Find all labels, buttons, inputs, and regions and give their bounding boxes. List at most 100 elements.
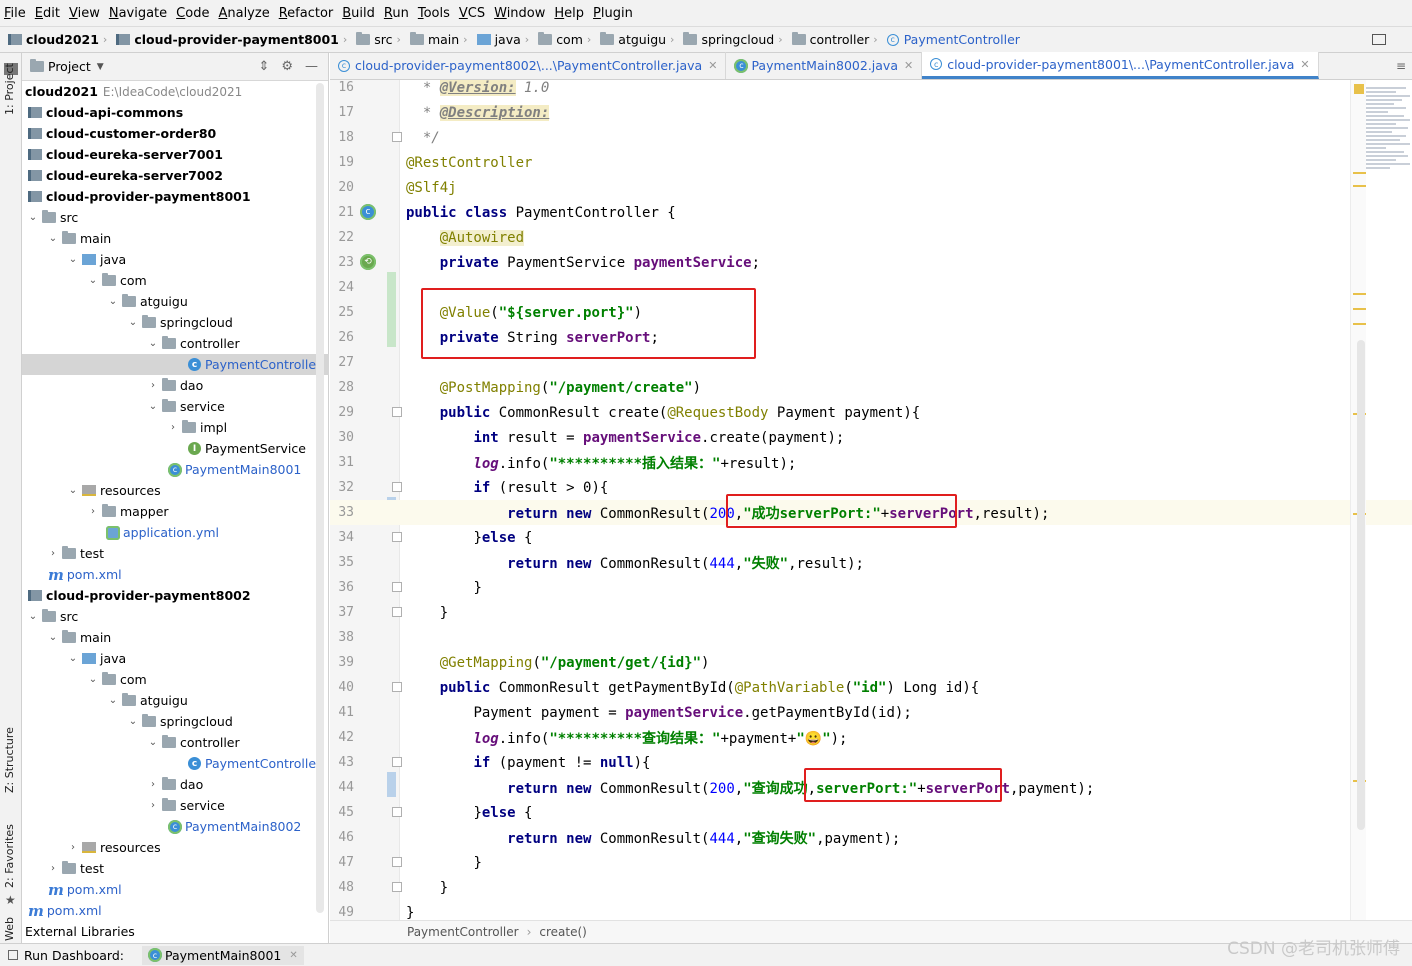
menu-window[interactable]: Window [494, 6, 545, 21]
fold-marker-icon[interactable] [392, 607, 402, 617]
stripe-mark[interactable] [1353, 185, 1366, 187]
chevron-down-icon[interactable]: ⌄ [46, 233, 60, 244]
fold-marker-icon[interactable] [392, 757, 402, 767]
tree-item-package[interactable]: › dao [22, 774, 329, 795]
close-icon[interactable]: ✕ [289, 950, 297, 961]
tabs-more-icon[interactable]: ≡ [1396, 59, 1406, 73]
chevron-down-icon[interactable]: ⌄ [126, 317, 140, 328]
close-icon[interactable]: ✕ [1300, 58, 1309, 71]
menu-navigate[interactable]: Navigate [109, 6, 167, 21]
project-scrollbar[interactable] [316, 83, 324, 913]
chevron-right-icon[interactable]: › [146, 800, 160, 811]
tree-item-package[interactable]: ⌄ com [22, 669, 329, 690]
tree-item-folder[interactable]: ⌄ main [22, 228, 329, 249]
minimize-icon[interactable]: — [305, 59, 318, 74]
crumb-paymentcontroller[interactable]: c PaymentController [886, 32, 1020, 47]
close-icon[interactable]: ✕ [708, 59, 717, 72]
tree-item-file[interactable]: application.yml [22, 522, 329, 543]
tree-item-package[interactable]: ⌄ controller [22, 732, 329, 753]
chevron-right-icon[interactable]: › [66, 842, 80, 853]
chevron-down-icon[interactable]: ⌄ [26, 212, 40, 223]
chevron-right-icon[interactable]: › [86, 506, 100, 517]
tree-item-module[interactable]: cloud-provider-payment8002 [22, 585, 329, 606]
tree-item-folder[interactable]: › mapper [22, 501, 329, 522]
tree-item-file[interactable]: m pom.xml [22, 564, 329, 585]
chevron-right-icon[interactable]: › [166, 422, 180, 433]
crumb-atguigu[interactable]: atguigu › [600, 32, 679, 47]
tree-item-package[interactable]: › dao [22, 375, 329, 396]
tab-paymentmain8002[interactable]: c PaymentMain8002.java ✕ [726, 52, 923, 79]
tree-item-module[interactable]: cloud-api-commons [22, 102, 329, 123]
stripe-mark[interactable] [1353, 308, 1366, 310]
crumb-src[interactable]: src › [356, 32, 406, 47]
chevron-down-icon[interactable]: ⌄ [86, 275, 100, 286]
fold-marker-icon[interactable] [392, 407, 402, 417]
tree-item-package[interactable]: › impl [22, 417, 329, 438]
tab-payment8001-controller[interactable]: c cloud-provider-payment8001\...\PaymentC… [922, 52, 1319, 79]
tree-item-package[interactable]: ⌄ springcloud [22, 711, 329, 732]
fold-marker-icon[interactable] [392, 132, 402, 142]
layout-icon[interactable] [1372, 34, 1386, 45]
tree-item-folder[interactable]: ⌄ src [22, 606, 329, 627]
code-breadcrumb-method[interactable]: create() [539, 925, 586, 939]
tab-payment8002-controller[interactable]: c cloud-provider-payment8002\...\PaymentC… [330, 52, 727, 79]
tree-item-class[interactable]: c PaymentController [22, 753, 329, 774]
tree-item-boot-class[interactable]: c PaymentMain8001 [22, 459, 329, 480]
tree-item-package[interactable]: ⌄ service [22, 396, 329, 417]
chevron-down-icon[interactable]: ⌄ [126, 716, 140, 727]
fold-marker-icon[interactable] [392, 857, 402, 867]
chevron-right-icon[interactable]: › [146, 380, 160, 391]
tree-item-folder[interactable]: ⌄ main [22, 627, 329, 648]
chevron-down-icon[interactable]: ⌄ [66, 254, 80, 265]
tree-item-cloud2021[interactable]: cloud2021 E:\IdeaCode\cloud2021 [22, 81, 329, 102]
menu-vcs[interactable]: VCS [459, 6, 485, 21]
menu-analyze[interactable]: Analyze [218, 6, 269, 21]
fold-marker-icon[interactable] [392, 882, 402, 892]
project-panel-title[interactable]: Project [48, 59, 91, 74]
gear-icon[interactable]: ⚙ [281, 59, 293, 74]
tree-item-package[interactable]: ⌄ atguigu [22, 291, 329, 312]
tree-item-folder[interactable]: › resources [22, 837, 329, 858]
menu-edit[interactable]: Edit [35, 6, 60, 21]
close-icon[interactable]: ✕ [904, 59, 913, 72]
chevron-down-icon[interactable]: ⌄ [146, 338, 160, 349]
menu-view[interactable]: View [69, 6, 100, 21]
tree-item-package[interactable]: ⌄ springcloud [22, 312, 329, 333]
stripe-mark[interactable] [1353, 323, 1366, 325]
menu-refactor[interactable]: Refactor [279, 6, 334, 21]
fold-marker-icon[interactable] [392, 807, 402, 817]
menu-code[interactable]: Code [176, 6, 209, 21]
stripe-mark[interactable] [1353, 293, 1366, 295]
chevron-down-icon[interactable]: ⌄ [146, 401, 160, 412]
tree-item-interface[interactable]: I PaymentService [22, 438, 329, 459]
chevron-down-icon[interactable]: ⌄ [86, 674, 100, 685]
tree-item-folder[interactable]: ⌄ resources [22, 480, 329, 501]
tree-item-module[interactable]: cloud-customer-order80 [22, 123, 329, 144]
menu-run[interactable]: Run [384, 6, 409, 21]
tree-item-boot-class[interactable]: c PaymentMain8002 [22, 816, 329, 837]
tree-item-folder[interactable]: ⌄ java [22, 648, 329, 669]
crumb-springcloud[interactable]: springcloud › [683, 32, 787, 47]
fold-marker-icon[interactable] [392, 682, 402, 692]
tree-item-package[interactable]: ⌄ controller [22, 333, 329, 354]
collapse-all-icon[interactable]: ⇕ [258, 59, 269, 74]
editor-scrollbar[interactable] [1357, 340, 1365, 830]
project-tool-label[interactable]: 1: Project [3, 63, 16, 115]
tree-item-file[interactable]: m pom.xml [22, 879, 329, 900]
fold-marker-icon[interactable] [392, 582, 402, 592]
tree-item-folder[interactable]: ⌄ src [22, 207, 329, 228]
tree-item-external-libraries[interactable]: External Libraries [22, 921, 329, 942]
menu-help[interactable]: Help [554, 6, 584, 21]
chevron-down-icon[interactable]: ⌄ [106, 296, 120, 307]
warning-indicator-icon[interactable] [1354, 84, 1364, 94]
tree-item-package[interactable]: › service [22, 795, 329, 816]
code-breadcrumb-class[interactable]: PaymentController [407, 925, 519, 939]
crumb-main[interactable]: main › [409, 32, 473, 47]
tree-item-module[interactable]: cloud-provider-payment8001 [22, 186, 329, 207]
chevron-down-icon[interactable]: ⌄ [66, 653, 80, 664]
chevron-down-icon[interactable]: ⌄ [106, 695, 120, 706]
chevron-down-icon[interactable]: ⌄ [46, 632, 60, 643]
tree-item-class-selected[interactable]: c PaymentController [22, 354, 329, 375]
chevron-down-icon[interactable]: ⌄ [26, 611, 40, 622]
crumb-cloud2021[interactable]: cloud2021 › [8, 32, 112, 47]
